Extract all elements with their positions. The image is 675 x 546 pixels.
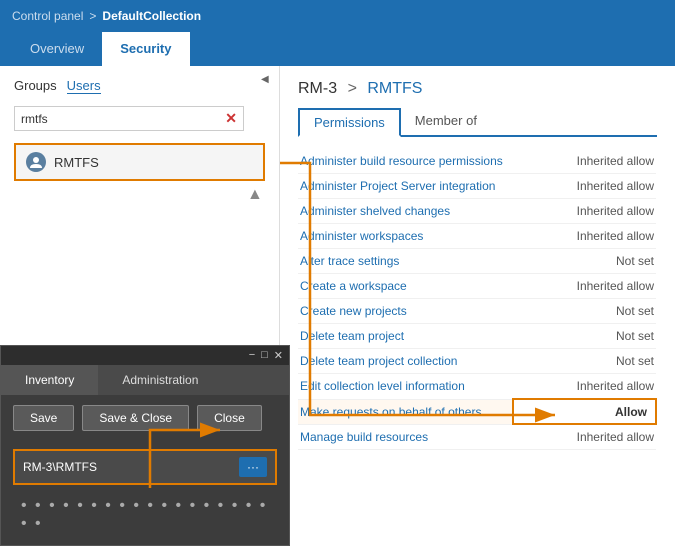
avatar	[26, 152, 46, 172]
groups-users-row: Groups Users	[0, 66, 279, 102]
permission-value[interactable]: Allow	[513, 399, 656, 424]
sub-tab-member-of[interactable]: Member of	[401, 108, 491, 135]
main-tabs-row: Overview Security	[0, 32, 675, 66]
bp-user-row[interactable]: RM-3\RMTFS ···	[13, 449, 277, 485]
permission-value: Not set	[513, 349, 656, 374]
rm-breadcrumb-right: RMTFS	[367, 80, 422, 97]
bp-dots-button[interactable]: ···	[239, 457, 267, 477]
bp-user-name: RM-3\RMTFS	[23, 460, 231, 474]
permission-value: Inherited allow	[513, 224, 656, 249]
user-row-rmtfs[interactable]: RMTFS	[14, 143, 265, 181]
permission-value: Inherited allow	[513, 149, 656, 174]
table-row[interactable]: Administer workspacesInherited allow	[298, 224, 656, 249]
groups-link[interactable]: Groups	[14, 78, 57, 94]
permission-name: Alter trace settings	[298, 249, 513, 274]
permission-name: Make requests on behalf of others	[298, 399, 513, 424]
table-row[interactable]: Delete team project collectionNot set	[298, 349, 656, 374]
bottom-floating-panel: − □ ✕ Inventory Administration Save Save…	[0, 345, 290, 546]
breadcrumb-text: Control panel	[12, 9, 83, 23]
panel-actions: Save Save & Close Close	[1, 395, 289, 441]
search-box-wrap: ✕	[0, 102, 279, 139]
panel-tabs: Inventory Administration	[1, 365, 289, 395]
permission-name: Create a workspace	[298, 274, 513, 299]
permission-name: Edit collection level information	[298, 374, 513, 400]
tab-overview[interactable]: Overview	[12, 32, 102, 66]
table-row[interactable]: Administer shelved changesInherited allo…	[298, 199, 656, 224]
save-button[interactable]: Save	[13, 405, 74, 431]
panel-content: RM-3\RMTFS ··· • • • • • • • • • • • • •…	[1, 441, 289, 545]
permissions-table: Administer build resource permissionsInh…	[298, 149, 657, 450]
permission-value: Inherited allow	[513, 374, 656, 400]
tab-security[interactable]: Security	[102, 32, 189, 66]
permission-value: Not set	[513, 324, 656, 349]
rm-breadcrumb-left: RM-3	[298, 80, 337, 97]
save-close-button[interactable]: Save & Close	[82, 405, 189, 431]
table-row[interactable]: Alter trace settingsNot set	[298, 249, 656, 274]
table-row[interactable]: Create a workspaceInherited allow	[298, 274, 656, 299]
restore-button[interactable]: □	[261, 349, 268, 362]
permission-value: Inherited allow	[513, 424, 656, 450]
permission-name: Delete team project	[298, 324, 513, 349]
panel-tab-administration[interactable]: Administration	[98, 365, 222, 395]
table-row[interactable]: Edit collection level informationInherit…	[298, 374, 656, 400]
table-row[interactable]: Manage build resourcesInherited allow	[298, 424, 656, 450]
right-panel: RM-3 > RMTFS Permissions Member of Admin…	[280, 66, 675, 546]
table-row[interactable]: Delete team projectNot set	[298, 324, 656, 349]
permission-name: Administer build resource permissions	[298, 149, 513, 174]
table-row[interactable]: Make requests on behalf of othersAllow	[298, 399, 656, 424]
permission-name: Administer shelved changes	[298, 199, 513, 224]
permission-value: Not set	[513, 249, 656, 274]
sub-tab-permissions[interactable]: Permissions	[298, 108, 401, 137]
close-button[interactable]: Close	[197, 405, 262, 431]
search-box: ✕	[14, 106, 244, 131]
search-clear-icon[interactable]: ✕	[225, 110, 237, 127]
permission-value: Inherited allow	[513, 199, 656, 224]
rm-header: RM-3 > RMTFS	[298, 80, 657, 98]
rm-breadcrumb-sep: >	[348, 80, 362, 97]
permission-name: Manage build resources	[298, 424, 513, 450]
person-icon	[29, 155, 43, 169]
permission-value: Inherited allow	[513, 174, 656, 199]
minimize-button[interactable]: −	[249, 349, 255, 362]
bp-dots-row: • • • • • • • • • • • • • • • • • • • •	[13, 493, 277, 533]
collection-name: DefaultCollection	[102, 9, 201, 23]
permission-value: Not set	[513, 299, 656, 324]
permission-name: Delete team project collection	[298, 349, 513, 374]
users-link[interactable]: Users	[67, 78, 101, 94]
table-row[interactable]: Administer Project Server integrationInh…	[298, 174, 656, 199]
panel-titlebar: − □ ✕	[1, 346, 289, 365]
control-panel-header: Control panel > DefaultCollection	[0, 0, 675, 32]
table-row[interactable]: Administer build resource permissionsInh…	[298, 149, 656, 174]
permission-name: Create new projects	[298, 299, 513, 324]
sub-tabs: Permissions Member of	[298, 108, 657, 137]
permission-name: Administer workspaces	[298, 224, 513, 249]
close-panel-button[interactable]: ✕	[274, 349, 283, 362]
panel-tab-inventory[interactable]: Inventory	[1, 365, 98, 395]
scroll-up-button[interactable]: ▲	[247, 186, 261, 204]
permission-name: Administer Project Server integration	[298, 174, 513, 199]
table-row[interactable]: Create new projectsNot set	[298, 299, 656, 324]
permission-value: Inherited allow	[513, 274, 656, 299]
search-input[interactable]	[21, 112, 225, 126]
user-name-label: RMTFS	[54, 155, 99, 170]
breadcrumb-sep: >	[89, 9, 96, 23]
